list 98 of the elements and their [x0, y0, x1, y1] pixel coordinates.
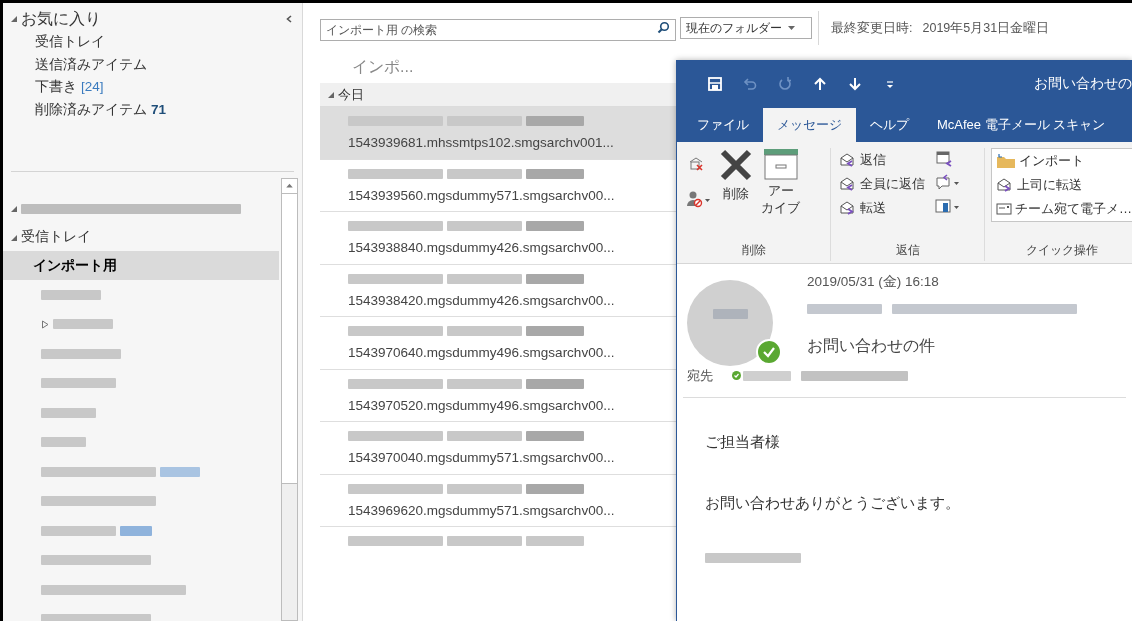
blurred-text — [41, 289, 101, 300]
modified-label: 最終変更日時: — [831, 19, 913, 37]
message-subject: お問い合わせの件 — [807, 336, 935, 356]
message-sender-id: 1543938420.mgsdummy426.smgsarchv00... — [348, 291, 616, 310]
message-date: 2019/05/31 (金) 16:18 — [807, 273, 939, 291]
message-row[interactable]: 1543970640.mgsdummy496.smgsarchv00... — [320, 317, 676, 370]
scrollbar[interactable] — [281, 178, 298, 621]
archive-box-icon — [762, 148, 799, 180]
expanded-arrow-icon[interactable] — [10, 205, 18, 213]
message-sender-id: 1543970640.mgsdummy496.smgsarchv00... — [348, 344, 616, 362]
body-paragraph: ご担当者様 — [705, 432, 781, 452]
message-sender-id: 1543939560.mgsdummy571.smgsarchv00... — [348, 186, 616, 205]
forward-icon — [839, 200, 857, 216]
message-row[interactable]: 1543938840.mgsdummy426.smgsarchv00... — [320, 212, 676, 265]
blurred-text — [41, 407, 96, 418]
blurred-text — [526, 483, 584, 494]
expanded-arrow-icon[interactable] — [10, 233, 18, 242]
blurred-text — [526, 431, 584, 441]
message-sender-id: 1543969620.mgsdummy571.smgsarchv00... — [348, 501, 616, 520]
collapse-chevron-icon[interactable] — [286, 14, 292, 23]
message-sender-id: 1543939681.mhssmtps102.smgsarchv001... — [348, 134, 615, 152]
dropdown-caret-icon — [788, 26, 795, 30]
ribbon-button[interactable]: 上司に転送 — [996, 173, 1132, 197]
archive-button[interactable]: アーカイブ — [761, 148, 800, 241]
message-row[interactable]: 1543970520.mgsdummy496.smgsarchv00... — [320, 369, 676, 422]
ribbon-tab[interactable]: ファイル — [683, 108, 763, 142]
item-count: 71 — [151, 100, 167, 119]
ribbon-button[interactable]: 全員に返信 — [839, 172, 925, 196]
save-icon[interactable] — [707, 76, 723, 92]
ribbon-tab[interactable]: ヘルプ — [856, 108, 923, 142]
favorite-folder[interactable]: 削除済みアイテム — [35, 98, 147, 121]
delete-x-icon — [719, 148, 753, 182]
item-count: [24] — [81, 78, 104, 96]
folder-item[interactable]: 受信トレイ — [21, 227, 91, 248]
forward-to-manager-icon — [996, 177, 1014, 193]
blurred-text — [160, 466, 200, 477]
team-email-icon — [996, 202, 1012, 216]
favorite-folder[interactable]: 送信済みアイテム — [35, 53, 147, 76]
more-actions-icon[interactable] — [935, 198, 961, 216]
expanded-arrow-icon[interactable] — [327, 90, 335, 99]
blurred-text — [120, 525, 152, 536]
blurred-text — [526, 326, 584, 336]
ribbon-tab[interactable]: McAfee 電子メール スキャン — [923, 108, 1120, 142]
quick-steps-gallery[interactable]: インポート 上司に転送 チーム宛て電子メ… — [991, 148, 1132, 222]
blurred-text — [526, 536, 584, 546]
ribbon-group-label: 削除 — [740, 242, 767, 259]
message-row[interactable]: 1543939681.mhssmtps102.smgsarchv001... — [320, 107, 676, 160]
body-paragraph: お問い合わせありがとうございます。 — [705, 493, 961, 513]
search-icon[interactable] — [657, 21, 670, 34]
blurred-text — [526, 116, 584, 126]
blurred-text — [743, 371, 791, 381]
search-field[interactable]: インポート用 の検索 — [320, 19, 676, 41]
message-sender-id: 1543970520.mgsdummy496.smgsarchv00... — [348, 396, 616, 415]
column-header[interactable]: インポ... — [352, 55, 414, 79]
reply-icon — [839, 152, 857, 168]
ribbon-button[interactable]: 返信 — [839, 148, 925, 172]
favorite-folder[interactable]: 下書き — [35, 76, 77, 99]
favorites-header[interactable]: お気に入り — [21, 6, 101, 31]
folder-item[interactable]: インポート用 — [3, 251, 279, 280]
message-sender-id: 1543970040.mgsdummy571.smgsarchv00... — [348, 449, 616, 467]
message-row[interactable]: 1543969620.mgsdummy571.smgsarchv00... — [320, 474, 676, 527]
folder-icon — [996, 153, 1016, 169]
blurred-text — [526, 378, 584, 389]
window-title: お問い合わせの — [1034, 74, 1132, 93]
blurred-text — [526, 168, 584, 179]
message-row[interactable]: 1543970040.mgsdummy571.smgsarchv00... — [320, 422, 676, 475]
ribbon-button[interactable]: チーム宛て電子メ… — [996, 197, 1132, 221]
blurred-text — [526, 221, 584, 231]
expanded-arrow-icon[interactable] — [10, 14, 18, 23]
scrollbar-thumb[interactable] — [282, 194, 297, 484]
down-arrow-icon[interactable] — [847, 76, 863, 92]
message-row[interactable]: 1543938420.mgsdummy426.smgsarchv00... — [320, 264, 676, 317]
delete-button[interactable]: 削除 — [719, 148, 753, 241]
meeting-reply-icon[interactable] — [935, 150, 953, 168]
online-status-icon — [756, 339, 782, 365]
blurred-text — [53, 319, 113, 330]
im-reply-icon[interactable] — [935, 174, 961, 192]
recipient-status-icon — [732, 371, 741, 380]
blurred-text — [713, 309, 748, 319]
modified-date: 2019年5月31日金曜日 — [922, 19, 1050, 37]
reply-all-icon — [839, 176, 857, 192]
ribbon-tab[interactable]: メッセージ — [763, 108, 856, 142]
group-header[interactable]: 今日 — [338, 84, 364, 105]
ribbon-group-label: クイック操作 — [1024, 242, 1099, 259]
ribbon-button[interactable]: 転送 — [839, 196, 925, 220]
message-row[interactable]: 1543939560.mgsdummy571.smgsarchv00... — [320, 159, 676, 212]
scroll-up-icon[interactable] — [282, 179, 297, 194]
search-scope-dropdown[interactable]: 現在のフォルダー — [680, 17, 812, 39]
favorite-folder[interactable]: 受信トレイ — [35, 31, 105, 54]
ribbon-group-label: 返信 — [894, 242, 921, 259]
blurred-text — [41, 437, 86, 448]
to-label: 宛先 — [687, 368, 713, 385]
junk-sender-icon[interactable] — [687, 190, 711, 208]
collapsed-arrow-icon[interactable] — [41, 319, 49, 329]
blurred-text — [526, 273, 584, 284]
up-arrow-icon[interactable] — [812, 76, 828, 92]
ribbon-button[interactable]: インポート — [996, 149, 1132, 173]
message-sender-id: 1543938840.mgsdummy426.smgsarchv00... — [348, 239, 616, 257]
